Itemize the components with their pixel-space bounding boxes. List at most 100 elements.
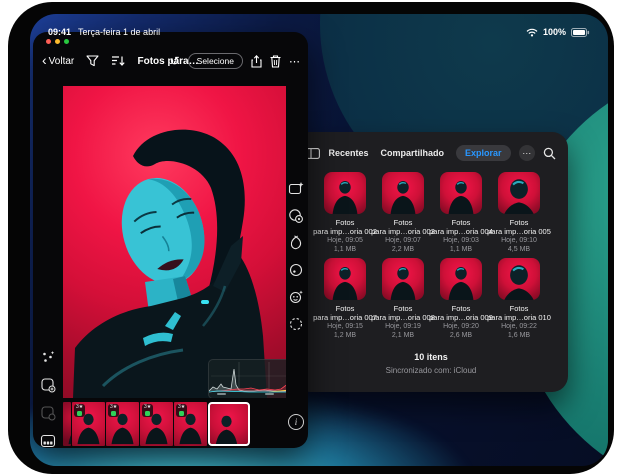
sidebar-toggle-icon[interactable] [306, 148, 320, 159]
histogram-label-mid [265, 393, 274, 395]
export-copy-icon[interactable] [40, 376, 57, 393]
tab-explorar[interactable]: Explorar [456, 145, 511, 161]
file-item[interactable]: Fotospara imp…oria 002 Hoje, 09:05 1,1 M… [316, 172, 374, 254]
export-copy-disabled-icon [40, 404, 57, 421]
editor-toolbar: ‹ Voltar Fotos para… ↺ Selecione [33, 47, 308, 75]
trash-icon[interactable] [270, 55, 281, 68]
filmstrip: 3★ 3★ 3★ 3★ [63, 402, 250, 446]
histogram-panel[interactable] [208, 359, 286, 398]
file-browser-window: Recentes Compartilhado Explorar ⋯ [294, 132, 568, 392]
ipad-device-frame: 09:41 Terça-feira 1 de abril 100% [8, 2, 614, 474]
select-subject-icon[interactable] [288, 315, 305, 332]
status-time: 09:41 [48, 27, 71, 37]
undo-icon[interactable]: ↺ [170, 54, 180, 68]
rating-badge: 3★ [74, 404, 85, 417]
file-date: Hoje, 09:22 [501, 322, 537, 331]
file-name: Fotospara imp…oria 010 [487, 304, 551, 322]
battery-percent: 100% [543, 27, 566, 37]
file-item[interactable]: Fotospara imp…oria 009 Hoje, 09:20 2,6 M… [432, 258, 490, 340]
file-name: Fotospara imp…oria 004 [429, 218, 493, 236]
file-item[interactable]: Fotospara imp…oria 004 Hoje, 09:03 1,1 M… [432, 172, 490, 254]
file-size: 2,6 MB [450, 331, 472, 340]
file-name: Fotospara imp…oria 007 [313, 304, 377, 322]
file-size: 1,6 MB [508, 331, 530, 340]
filter-icon[interactable] [86, 55, 99, 67]
filmstrip-thumbnail[interactable]: 3★ [140, 402, 173, 446]
file-size: 2,1 MB [392, 331, 414, 340]
file-thumbnail [440, 258, 482, 300]
green-tag [111, 411, 116, 416]
stage: 09:41 Terça-feira 1 de abril 100% [0, 0, 622, 476]
select-button[interactable]: Selecione [188, 53, 243, 69]
browser-more-icon[interactable]: ⋯ [519, 145, 535, 161]
green-tag [145, 411, 150, 416]
green-tag [77, 411, 82, 416]
color-adjust-icon[interactable] [288, 207, 305, 224]
info-button[interactable]: i [288, 414, 304, 430]
search-icon[interactable] [543, 147, 556, 160]
file-date: Hoje, 09:19 [385, 322, 421, 331]
auto-enhance-icon[interactable] [288, 180, 305, 197]
tab-compartilhado[interactable]: Compartilhado [381, 148, 445, 158]
file-thumbnail [498, 258, 540, 300]
histogram-label-left [217, 393, 226, 395]
file-thumbnail [382, 258, 424, 300]
filmstrip-thumbnail[interactable]: 3★ [106, 402, 139, 446]
file-thumbnail [440, 172, 482, 214]
file-item[interactable]: Fotospara imp…oria 008 Hoje, 09:19 2,1 M… [374, 258, 432, 340]
status-date: Terça-feira 1 de abril [78, 27, 160, 37]
sort-icon[interactable] [111, 55, 125, 67]
rating-badge: 3★ [142, 404, 153, 417]
file-grid: Fotospara imp…oria 002 Hoje, 09:05 1,1 M… [316, 172, 548, 340]
rating-badge: 3★ [108, 404, 119, 417]
histogram-handle[interactable] [201, 300, 209, 304]
chevron-left-icon: ‹ [42, 55, 47, 65]
filmstrip-thumbnail[interactable]: 3★ [72, 402, 105, 446]
file-name: Fotospara imp…oria 005 [487, 218, 551, 236]
file-size: 4,5 MB [508, 245, 530, 254]
brush-icon[interactable] [288, 234, 305, 251]
status-bar: 09:41 Terça-feira 1 de abril 100% [30, 24, 608, 40]
file-item[interactable]: Fotospara imp…oria 007 Hoje, 09:15 1,2 M… [316, 258, 374, 340]
file-size: 2,2 MB [392, 245, 414, 254]
file-date: Hoje, 09:20 [443, 322, 479, 331]
file-size: 1,1 MB [334, 245, 356, 254]
item-count: 10 itens [294, 352, 568, 362]
side-tools-column [38, 348, 58, 449]
share-icon[interactable] [251, 55, 262, 68]
browser-header: Recentes Compartilhado Explorar ⋯ [294, 141, 568, 165]
file-size: 1,1 MB [450, 245, 472, 254]
file-thumbnail [324, 258, 366, 300]
file-date: Hoje, 09:10 [501, 236, 537, 245]
photo-canvas[interactable] [63, 86, 286, 398]
back-button[interactable]: ‹ Voltar [42, 56, 74, 67]
more-icon[interactable]: ⋯ [289, 55, 301, 68]
vignette-icon[interactable] [288, 261, 305, 278]
file-name: Fotospara imp…oria 008 [371, 304, 435, 322]
retouch-icon[interactable] [288, 288, 305, 305]
file-name: Fotospara imp…oria 002 [313, 218, 377, 236]
portrait-illustration [63, 86, 286, 398]
filmstrip-thumbnail[interactable] [208, 402, 250, 446]
rating-badge: 3★ [176, 404, 187, 417]
file-date: Hoje, 09:15 [327, 322, 363, 331]
info-icon: i [295, 417, 298, 427]
file-thumbnail [324, 172, 366, 214]
browser-footer: 10 itens Sincronizado com: iCloud [294, 352, 568, 375]
back-label: Voltar [49, 56, 75, 67]
ipad-screen: 09:41 Terça-feira 1 de abril 100% [30, 14, 608, 466]
file-item[interactable]: Fotospara imp…oria 010 Hoje, 09:22 1,6 M… [490, 258, 548, 340]
file-date: Hoje, 09:03 [443, 236, 479, 245]
file-thumbnail [498, 172, 540, 214]
file-size: 1,2 MB [334, 331, 356, 340]
browser-tabs: Recentes Compartilhado Explorar [320, 145, 519, 161]
file-item[interactable]: Fotospara imp…oria 003 Hoje, 09:07 2,2 M… [374, 172, 432, 254]
filmstrip-thumbnail[interactable] [63, 402, 71, 446]
file-date: Hoje, 09:07 [385, 236, 421, 245]
tab-recentes[interactable]: Recentes [328, 148, 368, 158]
filmstrip-thumbnail[interactable]: 3★ [174, 402, 207, 446]
file-item[interactable]: Fotospara imp…oria 005 Hoje, 09:10 4,5 M… [490, 172, 548, 254]
file-name: Fotospara imp…oria 009 [429, 304, 493, 322]
filmstrip-toggle-icon[interactable] [40, 432, 57, 449]
ml-adjust-icon[interactable] [40, 348, 57, 365]
